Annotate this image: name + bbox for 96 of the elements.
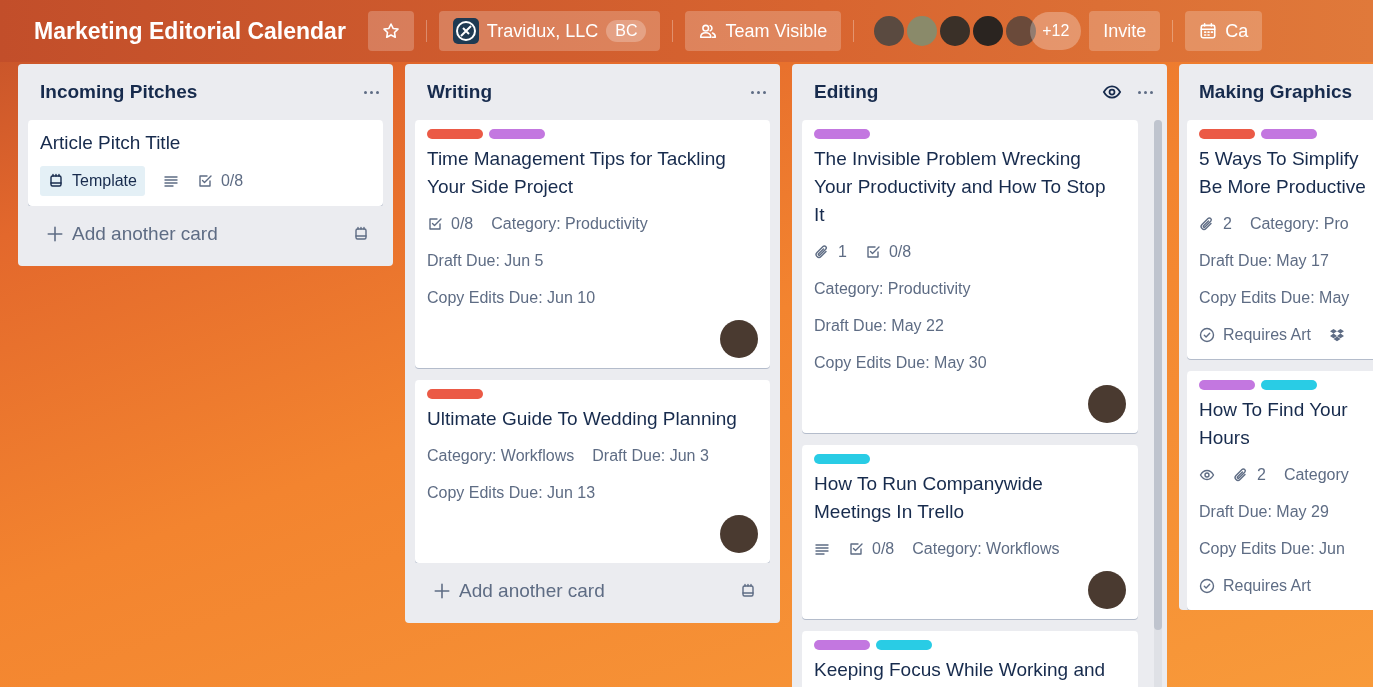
calendar-icon [1199, 22, 1218, 40]
plus-icon [46, 225, 64, 243]
checklist-count: 0/8 [220, 172, 244, 190]
card[interactable]: How To Find Your Hours 2 Category Draft Due: May 29 Copy Edits Due: Jun Requires Art [1187, 371, 1373, 610]
checklist-icon [196, 173, 213, 189]
workspace-logo-icon [452, 18, 479, 44]
member-avatar[interactable] [973, 16, 1004, 46]
attachment-count: 1 [838, 243, 847, 261]
card-field: Copy Edits Due: Jun 10 [427, 289, 596, 307]
checklist-icon [848, 541, 864, 557]
description-icon [814, 541, 830, 557]
card-title: Time Management Tips for Tackling [427, 147, 727, 171]
list-title[interactable]: Writing [427, 81, 735, 103]
card-field: Category: Productivity [491, 215, 648, 233]
card[interactable]: How To Run Companywide Meetings In Trello 0/8 Category: Workflows [802, 445, 1138, 619]
card-label[interactable] [1199, 129, 1255, 139]
plus-icon [433, 582, 451, 600]
card-title: How To Find Your [1199, 398, 1349, 422]
template-badge: Template [40, 166, 145, 196]
checklist-icon [864, 244, 881, 260]
card-title: How To Run Companywide [814, 472, 1044, 496]
card-field: Draft Due: May 29 [1199, 503, 1329, 521]
card[interactable]: Time Management Tips for Tackling Your Side Project 0/8 Category: Productivity Draft Due: Jun 5 Copy Edits Due: Jun 10 [415, 120, 770, 368]
list-title[interactable]: Editing [814, 81, 1088, 103]
paperclip-icon [1233, 467, 1249, 483]
check-circle-icon [1199, 578, 1215, 594]
card[interactable]: Article Pitch Title Template 0/8 [28, 120, 383, 206]
paperclip-icon [1199, 216, 1215, 232]
card-title: Article Pitch Title [40, 131, 182, 155]
list-title[interactable]: Making Graphics [1199, 81, 1364, 103]
card-field: Copy Edits Due: Jun 13 [427, 484, 596, 502]
star-button[interactable] [367, 11, 414, 51]
card-label[interactable] [1261, 129, 1317, 139]
card-title: Your Productivity and How To Stop [814, 175, 1107, 199]
workspace-badge: BC [606, 20, 647, 42]
card-field: Requires Art [1223, 577, 1312, 595]
card-field: Draft Due: May 22 [814, 317, 944, 335]
card[interactable]: Keeping Focus While Working and [802, 631, 1138, 687]
checklist-icon [427, 216, 443, 232]
card-label[interactable] [814, 640, 870, 650]
card-title: The Invisible Problem Wrecking [814, 147, 1082, 171]
card-field: Category [1283, 466, 1349, 484]
card-field: Copy Edits Due: May [1199, 289, 1350, 307]
card-icon [48, 173, 64, 189]
scrollbar[interactable] [1154, 120, 1162, 687]
card-field: Copy Edits Due: May 30 [814, 354, 987, 372]
description-icon [162, 173, 179, 189]
member-avatar[interactable] [720, 515, 758, 553]
dropbox-icon [1329, 327, 1346, 343]
list-title[interactable]: Incoming Pitches [40, 81, 348, 103]
card-label[interactable] [427, 389, 483, 399]
card-label[interactable] [489, 129, 545, 139]
member-avatar[interactable] [1088, 571, 1126, 609]
card-label[interactable] [1261, 380, 1317, 390]
template-card-icon [353, 226, 369, 242]
card-label[interactable] [427, 129, 483, 139]
people-icon [699, 22, 718, 40]
card-title: Meetings In Trello [814, 500, 965, 524]
add-card-button[interactable]: Add another card [419, 573, 766, 609]
checklist-count: 0/8 [872, 540, 895, 558]
card-field: Draft Due: May 17 [1199, 252, 1329, 270]
card-title: It [814, 203, 826, 227]
card-field: Category: Workflows [427, 447, 575, 465]
card-label[interactable] [876, 640, 932, 650]
card-title: Keeping Focus While Working and [814, 658, 1107, 682]
paperclip-icon [814, 244, 830, 260]
card-field: Requires Art [1223, 326, 1312, 344]
eye-icon [1199, 467, 1215, 483]
card-title: Be More Productive [1199, 175, 1367, 199]
card-field: Category: Pro [1249, 215, 1349, 233]
card[interactable]: The Invisible Problem Wrecking Your Productivity and How To Stop It 1 0/8 Category: Productivity Draft Due: May 22 Copy Edits Due: May 30 [802, 120, 1138, 433]
check-circle-icon [1199, 327, 1215, 343]
card-field: Category: Workflows [912, 540, 1060, 558]
card-title: Ultimate Guide To Wedding Planning [427, 407, 738, 431]
card-label[interactable] [1199, 380, 1255, 390]
card-title: 5 Ways To Simplify [1199, 147, 1360, 171]
attachment-count: 2 [1223, 215, 1232, 233]
card-title: Hours [1199, 426, 1251, 450]
add-card-button[interactable]: Add another card [32, 216, 379, 252]
card[interactable]: Ultimate Guide To Wedding Planning Category: Workflows Draft Due: Jun 3 Copy Edits Due: Jun 13 [415, 380, 770, 563]
card[interactable]: 5 Ways To Simplify Be More Productive 2 Category: Pro Draft Due: May 17 Copy Edits Due: May Requires Art [1187, 120, 1373, 359]
checklist-count: 0/8 [888, 243, 912, 261]
card-title: Your Side Project [427, 175, 575, 199]
card-label[interactable] [814, 454, 870, 464]
card-field: Draft Due: Jun 3 [592, 447, 709, 465]
template-card-icon [740, 583, 756, 599]
card-field: Draft Due: Jun 5 [427, 252, 544, 270]
card-label[interactable] [814, 129, 870, 139]
checklist-count: 0/8 [451, 215, 474, 233]
member-avatar[interactable] [720, 320, 758, 358]
attachment-count: 2 [1257, 466, 1266, 484]
member-avatar[interactable] [1088, 385, 1126, 423]
star-icon [381, 22, 400, 40]
board-title[interactable]: Marketing Editorial Calendar [34, 17, 346, 45]
card-field: Copy Edits Due: Jun [1199, 540, 1345, 558]
card-field: Category: Productivity [814, 280, 971, 298]
